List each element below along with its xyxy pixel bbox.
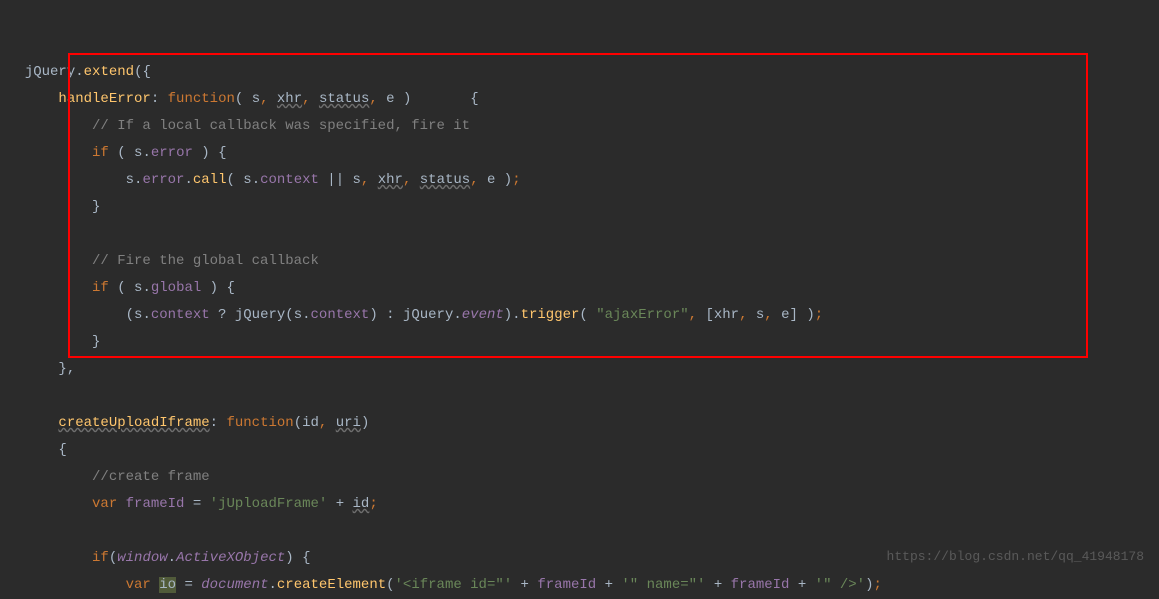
property: context <box>260 172 319 188</box>
identifier: s <box>134 280 142 296</box>
identifier: e <box>781 307 789 323</box>
identifier: s <box>134 145 142 161</box>
identifier: document <box>201 577 268 593</box>
property: event <box>462 307 504 323</box>
identifier: s <box>243 172 251 188</box>
identifier: s <box>126 172 134 188</box>
property: ActiveXObject <box>176 550 285 566</box>
string: '<iframe id="' <box>395 577 513 593</box>
code-line: (s.context ? jQuery(s.context) : jQuery.… <box>8 307 823 323</box>
code-line: jQuery.extend({ <box>8 64 151 80</box>
property: global <box>151 280 201 296</box>
code-line <box>8 388 16 404</box>
code-line: var frameId = 'jUploadFrame' + id; <box>8 496 378 512</box>
brace: } <box>92 199 100 215</box>
comment: // If a local callback was specified, fi… <box>92 118 470 134</box>
identifier: window <box>117 550 167 566</box>
code-line <box>8 226 16 242</box>
code-line: if ( s.global ) { <box>8 280 235 296</box>
string: '" name="' <box>621 577 705 593</box>
brace: } <box>92 334 100 350</box>
identifier: xhr <box>714 307 739 323</box>
identifier: s <box>294 307 302 323</box>
method-call: trigger <box>521 307 580 323</box>
param: xhr <box>277 91 302 107</box>
code-line: } <box>8 334 100 350</box>
string: "ajaxError" <box>596 307 688 323</box>
property-key: createUploadIframe <box>58 415 209 431</box>
string: '" />' <box>815 577 865 593</box>
identifier: e <box>487 172 495 188</box>
comment: //create frame <box>92 469 210 485</box>
code-line <box>8 523 16 539</box>
code-line: // Fire the global callback <box>8 253 319 269</box>
property-key: handleError <box>58 91 150 107</box>
code-line: if(window.ActiveXObject) { <box>8 550 311 566</box>
identifier: frameId <box>537 577 596 593</box>
variable: frameId <box>126 496 185 512</box>
identifier: jQuery <box>403 307 453 323</box>
comment: // Fire the global callback <box>92 253 319 269</box>
param: status <box>319 91 369 107</box>
keyword: function <box>168 91 235 107</box>
param: e <box>386 91 394 107</box>
code-line: handleError: function( s, xhr, status, e… <box>8 91 479 107</box>
identifier: s <box>134 307 142 323</box>
code-line: var io = document.createElement('<iframe… <box>8 577 882 593</box>
code-line: s.error.call( s.context || s, xhr, statu… <box>8 172 521 188</box>
code-line: { <box>8 442 67 458</box>
identifier: jQuery <box>25 64 75 80</box>
code-line: // If a local callback was specified, fi… <box>8 118 470 134</box>
variable: io <box>159 577 176 593</box>
keyword: if <box>92 550 109 566</box>
keyword: if <box>92 145 109 161</box>
identifier: s <box>353 172 361 188</box>
property: error <box>142 172 184 188</box>
property: error <box>151 145 193 161</box>
keyword: var <box>92 496 117 512</box>
brace: }, <box>58 361 75 377</box>
identifier: id <box>353 496 370 512</box>
param: id <box>302 415 319 431</box>
keyword: var <box>126 577 151 593</box>
string: 'jUploadFrame' <box>210 496 328 512</box>
method-call: extend <box>84 64 134 80</box>
identifier: xhr <box>378 172 403 188</box>
param: uri <box>336 415 361 431</box>
method-call: createElement <box>277 577 386 593</box>
property: context <box>151 307 210 323</box>
keyword: function <box>226 415 293 431</box>
param: s <box>252 91 260 107</box>
property: context <box>311 307 370 323</box>
identifier: jQuery <box>235 307 285 323</box>
code-line: } <box>8 199 100 215</box>
identifier: frameId <box>731 577 790 593</box>
code-line: createUploadIframe: function(id, uri) <box>8 415 369 431</box>
identifier: status <box>420 172 470 188</box>
code-editor[interactable]: jQuery.extend({ handleError: function( s… <box>8 5 1159 599</box>
code-line: if ( s.error ) { <box>8 145 226 161</box>
keyword: if <box>92 280 109 296</box>
brace: { <box>58 442 66 458</box>
code-line: //create frame <box>8 469 210 485</box>
method-call: call <box>193 172 227 188</box>
code-line: }, <box>8 361 75 377</box>
